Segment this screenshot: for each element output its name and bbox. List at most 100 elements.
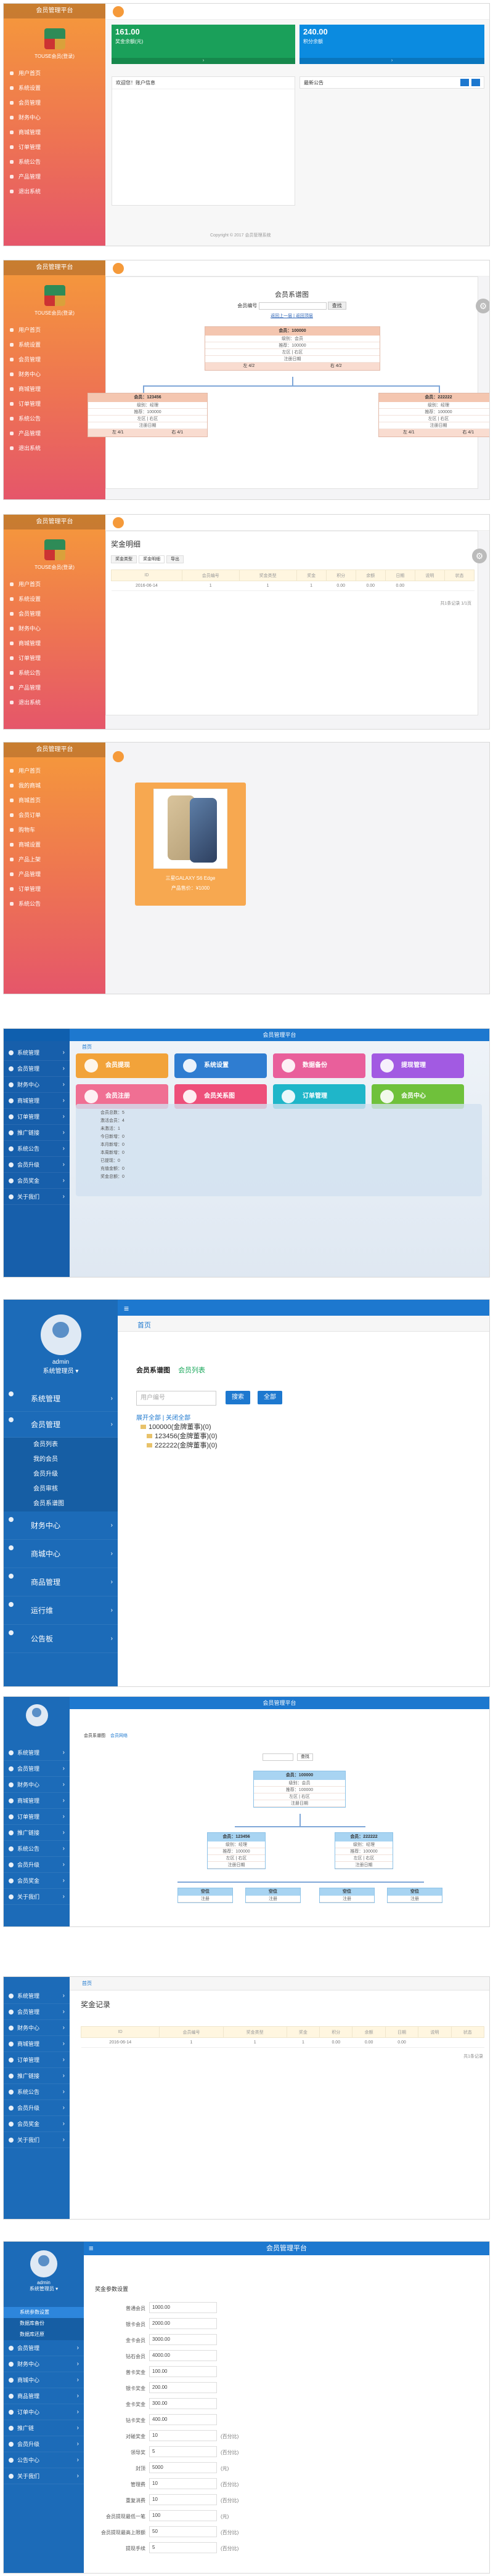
column-header[interactable]: 余额: [355, 570, 386, 581]
shortcut-tile-0[interactable]: 会员提现: [76, 1053, 168, 1078]
sidebar-subitem-4[interactable]: 会员系谱图: [4, 1497, 118, 1511]
sidebar-item-2[interactable]: 商城中心: [4, 2372, 84, 2388]
all-button[interactable]: 全部: [258, 1391, 282, 1404]
sidebar-item-8[interactable]: 会员奖金: [4, 1873, 70, 1889]
tab-1[interactable]: 奖金明细: [139, 555, 165, 563]
more-link[interactable]: ›: [299, 58, 484, 64]
register-link[interactable]: 注册: [320, 1896, 374, 1902]
column-header[interactable]: 奖金: [296, 570, 327, 581]
breadcrumb[interactable]: 首页: [137, 1320, 151, 1330]
register-link[interactable]: 注册: [388, 1896, 442, 1902]
tree-item[interactable]: 222222(金牌董事)(0): [141, 1441, 217, 1451]
sidebar-item-6[interactable]: 系统公告: [4, 2084, 70, 2100]
menu-toggle-icon[interactable]: [113, 263, 124, 274]
sidebar-item-1[interactable]: 会员管理: [4, 1061, 70, 1077]
sidebar-item-2[interactable]: 商城首页: [4, 793, 105, 808]
sidebar-item-8[interactable]: 退出系统: [4, 184, 105, 199]
menu-toggle-icon[interactable]: [113, 751, 124, 762]
tab-list[interactable]: 会员列表: [178, 1367, 205, 1374]
column-header[interactable]: 会员编号: [181, 570, 240, 581]
next-button[interactable]: [471, 79, 480, 86]
sidebar-item-8[interactable]: 退出系统: [4, 695, 105, 710]
field-input[interactable]: 5: [149, 2542, 217, 2553]
column-header[interactable]: 会员编号: [159, 2026, 224, 2038]
sidebar-subitem-3[interactable]: 会员审核: [4, 1482, 118, 1497]
sidebar-item-9[interactable]: 系统公告: [4, 896, 105, 911]
shortcut-tile-3[interactable]: 提现管理: [372, 1053, 464, 1078]
sidebar-item-0[interactable]: 用户首页: [4, 323, 105, 337]
column-header[interactable]: ID: [80, 2026, 160, 2038]
product-card[interactable]: 三星GALAXY S6 Edge 产品售价：¥1000: [135, 783, 246, 906]
sidebar-item-4[interactable]: 订单管理: [4, 1809, 70, 1825]
sidebar-item-8[interactable]: 会员奖金: [4, 2116, 70, 2132]
sidebar-item-7[interactable]: 公告中心: [4, 2452, 84, 2468]
sidebar-item-9[interactable]: 关于我们: [4, 1189, 70, 1205]
menu-toggle-icon[interactable]: [113, 6, 124, 17]
column-header[interactable]: 积分: [325, 570, 356, 581]
tab-tree[interactable]: 会员系谱图: [136, 1367, 170, 1374]
sidebar-item-0[interactable]: 系统管理: [4, 1745, 70, 1761]
sidebar-item-6[interactable]: 系统公告: [4, 666, 105, 680]
column-header[interactable]: 日期: [385, 570, 415, 581]
tree-node[interactable]: 会员：222222 级别：经理 推荐：100000 左区 | 右区 注册日期左 4/1 右…: [378, 393, 489, 437]
sidebar-item-7[interactable]: 产品管理: [4, 680, 105, 695]
field-input[interactable]: 5000: [149, 2462, 217, 2473]
sidebar-item-5[interactable]: 推广链接: [4, 1125, 70, 1141]
sidebar-item-2[interactable]: 会员管理: [4, 95, 105, 110]
sidebar-item-1[interactable]: 系统设置: [4, 337, 105, 352]
sidebar-item-5[interactable]: 推广链接: [4, 1825, 70, 1841]
search-button[interactable]: 搜索: [226, 1391, 250, 1404]
sidebar-item-3[interactable]: 商品管理: [4, 2388, 84, 2404]
sidebar-item-0[interactable]: 用户首页: [4, 66, 105, 81]
breadcrumb[interactable]: 首页: [82, 1044, 92, 1050]
tree-item[interactable]: 100000(金牌董事)(0): [141, 1423, 217, 1432]
menu-member[interactable]: 会员管理: [4, 1412, 118, 1438]
sidebar-item-4[interactable]: 订单管理: [4, 1109, 70, 1125]
field-input[interactable]: 100: [149, 2510, 217, 2521]
column-header[interactable]: 余额: [352, 2026, 386, 2038]
table-row[interactable]: 2016-06-14 1 1 1 0.00 0.00 0.00: [81, 2037, 484, 2048]
sidebar-subitem-0[interactable]: 会员列表: [4, 1438, 118, 1452]
sidebar-item-5[interactable]: 推广链: [4, 2420, 84, 2436]
sidebar-item-1[interactable]: 会员管理: [4, 2004, 70, 2020]
sidebar-item-5[interactable]: 商城设置: [4, 837, 105, 852]
shortcut-tile-2[interactable]: 数据备份: [273, 1053, 365, 1078]
search-input[interactable]: [258, 302, 327, 310]
sidebar-item-0[interactable]: 会员管理: [4, 2340, 84, 2356]
sidebar-item-1[interactable]: 系统设置: [4, 81, 105, 95]
sidebar-item-6[interactable]: 系统公告: [4, 1141, 70, 1157]
sidebar-item-3[interactable]: 财务中心: [4, 621, 105, 636]
sidebar-item-6[interactable]: 系统公告: [4, 155, 105, 169]
admin-role[interactable]: 系统管理员 ▾: [4, 1366, 118, 1375]
sidebar-item-2[interactable]: 财务中心: [4, 2020, 70, 2036]
sidebar-item-3[interactable]: 商城管理: [4, 2036, 70, 2052]
tree-node[interactable]: 会员：100000 级别：会员 推荐：100000 左区 | 右区 注册日期左 4/2 右…: [205, 326, 380, 371]
sidebar-item-0[interactable]: 用户首页: [4, 577, 105, 592]
column-header[interactable]: 奖金类型: [222, 2026, 287, 2038]
sidebar-item-4[interactable]: 购物车: [4, 823, 105, 837]
hamburger-icon[interactable]: ≡: [124, 1303, 129, 1313]
sidebar-item-5[interactable]: 订单管理: [4, 140, 105, 155]
stat-tile-1[interactable]: 240.00 积分余额 ›: [299, 25, 484, 64]
sidebar-item-3[interactable]: 商城管理: [4, 1793, 70, 1809]
field-input[interactable]: 5: [149, 2446, 217, 2457]
sidebar-item-0[interactable]: 系统管理: [4, 1045, 70, 1061]
field-input[interactable]: 400.00: [149, 2414, 217, 2425]
empty-slot[interactable]: 空位 注册: [177, 1888, 233, 1903]
sidebar-item-3[interactable]: 商城管理: [4, 1093, 70, 1109]
field-input[interactable]: 10: [149, 2478, 217, 2489]
field-input[interactable]: 300.00: [149, 2398, 217, 2409]
column-header[interactable]: 状态: [444, 570, 475, 581]
search-button[interactable]: 查找: [297, 1753, 313, 1761]
sidebar-item-4[interactable]: 公告板: [4, 1625, 118, 1653]
menu-toggle-icon[interactable]: [113, 517, 124, 528]
column-header[interactable]: ID: [111, 570, 182, 581]
stat-tile-0[interactable]: 161.00 奖金余额(元) ›: [112, 25, 295, 64]
field-input[interactable]: 4000.00: [149, 2350, 217, 2361]
column-header[interactable]: 积分: [319, 2026, 353, 2038]
table-row[interactable]: 2016-06-14 1 1 1 0.00 0.00 0.00: [111, 581, 475, 591]
sidebar-item-1[interactable]: 商城中心: [4, 1540, 118, 1568]
sidebar-subitem-2[interactable]: 数据库还原: [4, 2329, 84, 2340]
settings-gear-icon[interactable]: ⚙: [476, 299, 489, 313]
sidebar-item-1[interactable]: 会员管理: [4, 1761, 70, 1777]
